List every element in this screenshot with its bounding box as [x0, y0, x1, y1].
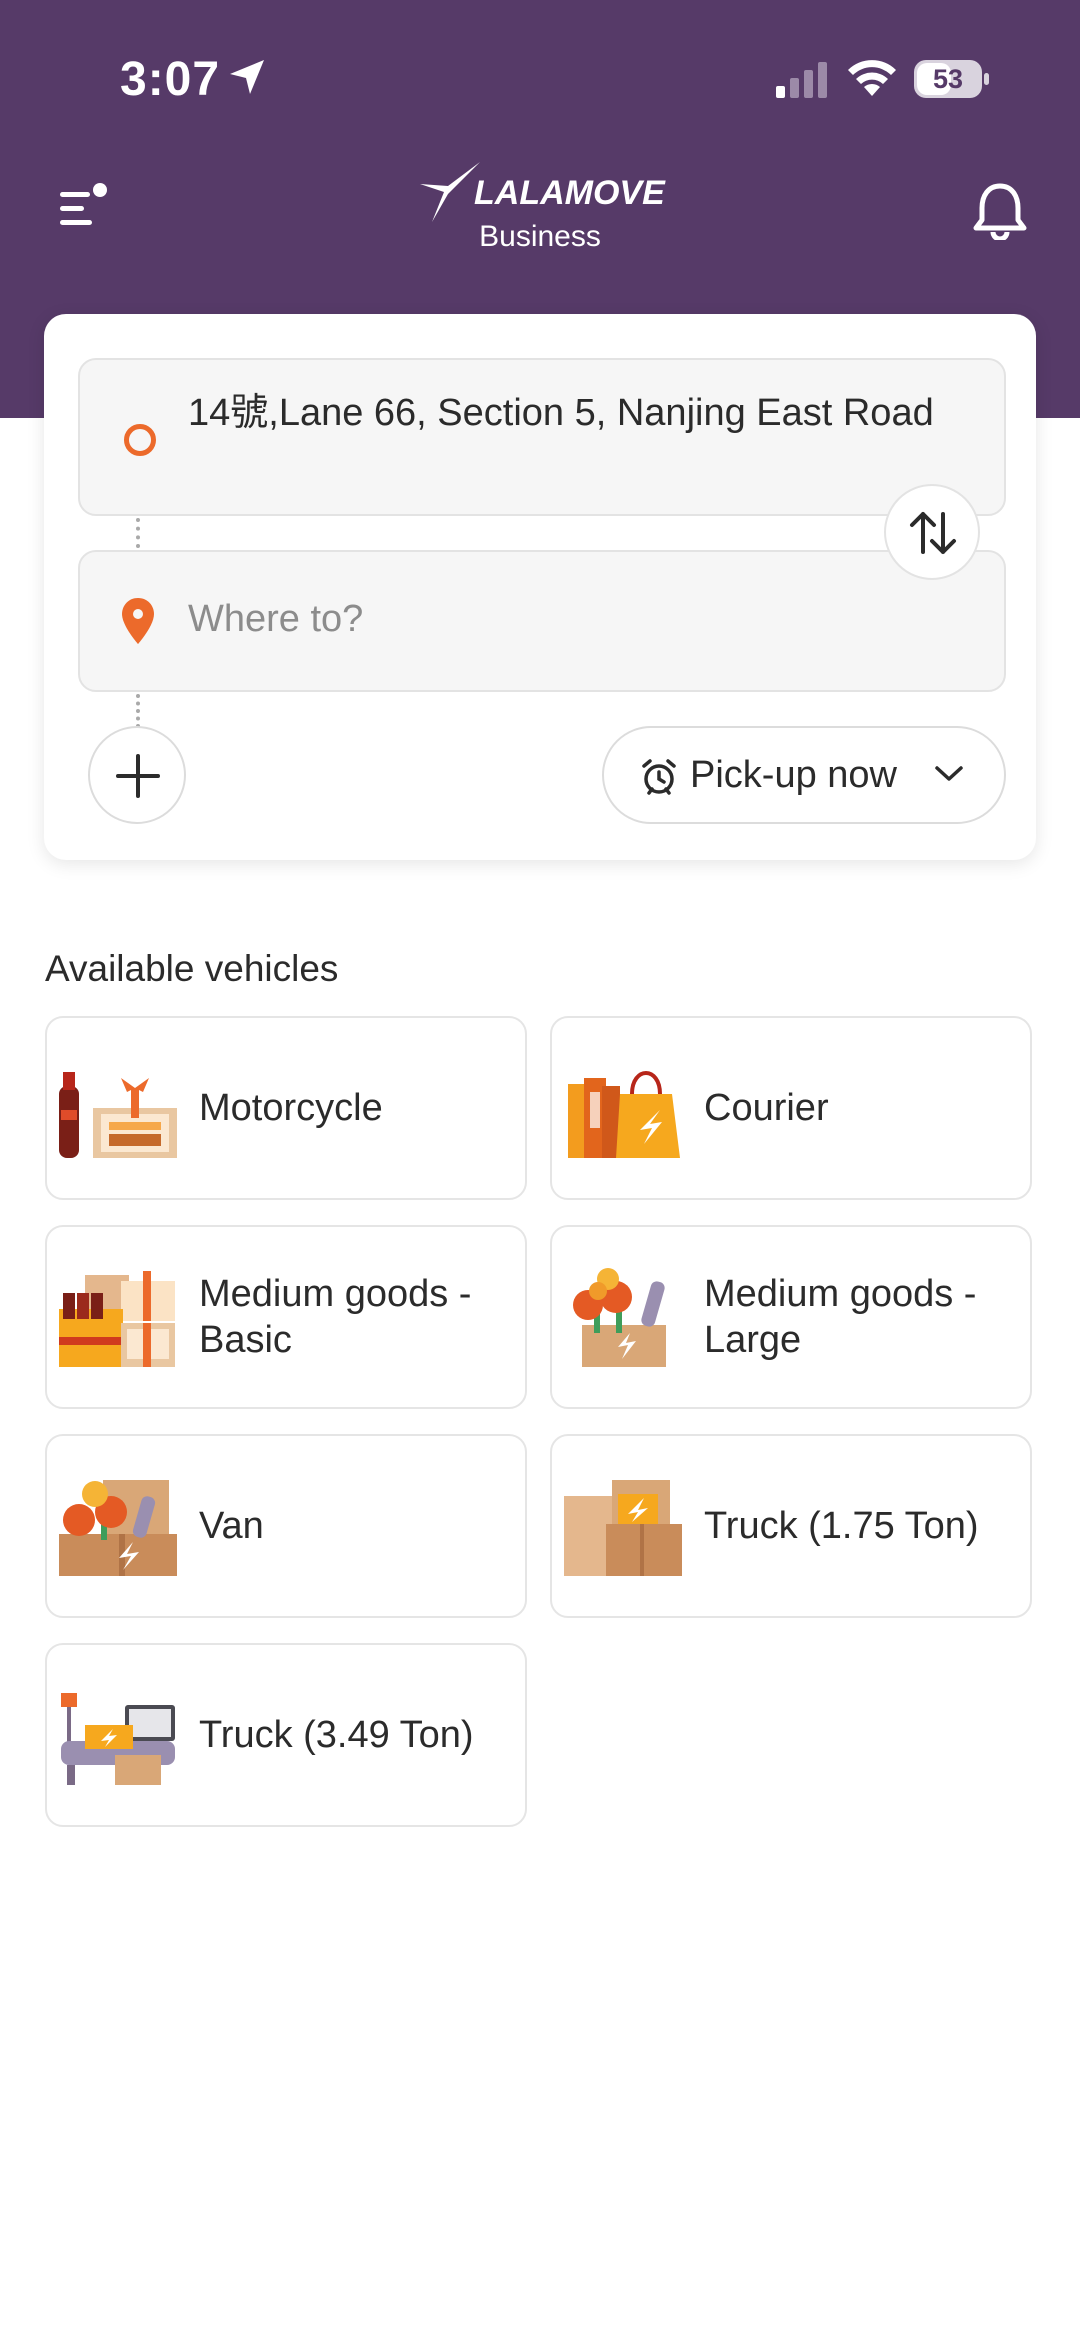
van-icon [59, 1480, 177, 1576]
vehicle-card-motorcycle[interactable]: Motorcycle [45, 1016, 527, 1200]
add-stop-button[interactable] [88, 726, 186, 824]
swap-icon [910, 512, 956, 554]
dropoff-address-field[interactable]: Where to? [78, 550, 1006, 692]
truck-3-49-ton-icon [61, 1693, 175, 1785]
pickup-time-label: Pick-up now [690, 754, 897, 796]
signal-icon [776, 62, 827, 98]
truck-1-75-ton-icon [564, 1480, 682, 1576]
wifi-icon [848, 60, 896, 96]
vehicle-card-medium-goods-large[interactable]: Medium goods - Large [550, 1225, 1032, 1409]
location-pin-icon [122, 598, 154, 644]
motorcycle-icon [59, 1072, 177, 1158]
logo-subtitle: Business [479, 220, 601, 253]
vehicle-card-courier[interactable]: Courier [550, 1016, 1032, 1200]
vehicle-name: Medium goods - Basic [199, 1273, 472, 1361]
plus-icon [116, 754, 160, 798]
logo-text: LALAMOVE [474, 174, 665, 212]
swap-button[interactable] [884, 484, 980, 580]
vehicle-name: Truck (1.75 Ton) [704, 1505, 979, 1547]
pickup-dot-icon [124, 424, 156, 456]
pickup-address: 14號,Lane 66, Section 5, Nanjing East Roa… [188, 392, 934, 434]
pickup-address-field[interactable]: 14號,Lane 66, Section 5, Nanjing East Roa… [78, 358, 1006, 516]
route-card: 14號,Lane 66, Section 5, Nanjing East Roa… [44, 314, 1036, 860]
location-arrow-icon [230, 60, 264, 94]
vehicle-name: Motorcycle [199, 1087, 383, 1129]
vehicle-card-truck-1-75-ton[interactable]: Truck (1.75 Ton) [550, 1434, 1032, 1618]
vehicle-name: Medium goods - Large [704, 1273, 977, 1361]
notifications-button[interactable] [968, 180, 1032, 242]
bell-icon [973, 183, 1027, 242]
medium-goods-basic-icon [59, 1271, 175, 1367]
vehicle-card-medium-goods-basic[interactable]: Medium goods - Basic [45, 1225, 527, 1409]
pickup-time-selector[interactable]: Pick-up now [602, 726, 1006, 824]
vehicle-name: Courier [704, 1087, 829, 1129]
vehicle-card-van[interactable]: Van [45, 1434, 527, 1618]
menu-button[interactable] [54, 178, 118, 234]
menu-icon [60, 183, 107, 225]
battery-level: 53 [932, 64, 964, 94]
vehicle-card-truck-3-49-ton[interactable]: Truck (3.49 Ton) [45, 1643, 527, 1827]
route-connector [136, 518, 140, 548]
status-bar: 3:07 53 [0, 0, 1080, 150]
available-vehicles-title: Available vehicles [45, 948, 339, 989]
medium-goods-large-icon [573, 1268, 666, 1367]
courier-icon [568, 1071, 680, 1158]
vehicle-name: Truck (3.49 Ton) [199, 1714, 474, 1756]
lalamove-logo: LALAMOVE Business [418, 158, 665, 258]
alarm-clock-icon [642, 759, 676, 795]
route-connector [136, 694, 140, 728]
vehicle-name: Van [199, 1505, 264, 1547]
battery-icon: 53 [914, 60, 990, 100]
chevron-down-icon [935, 766, 963, 781]
dropoff-placeholder: Where to? [188, 598, 364, 640]
status-time: 3:07 [120, 53, 221, 106]
